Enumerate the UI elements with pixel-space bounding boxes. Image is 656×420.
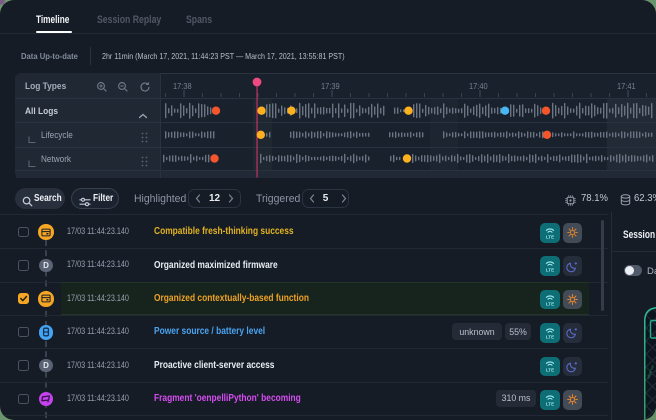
svg-text:LTE: LTE — [546, 334, 554, 339]
svg-text:LTE: LTE — [546, 368, 554, 373]
svg-text:LTE: LTE — [546, 401, 554, 406]
svg-text:LTE: LTE — [546, 267, 554, 272]
svg-text:LTE: LTE — [546, 301, 554, 306]
svg-text:LTE: LTE — [546, 234, 554, 239]
